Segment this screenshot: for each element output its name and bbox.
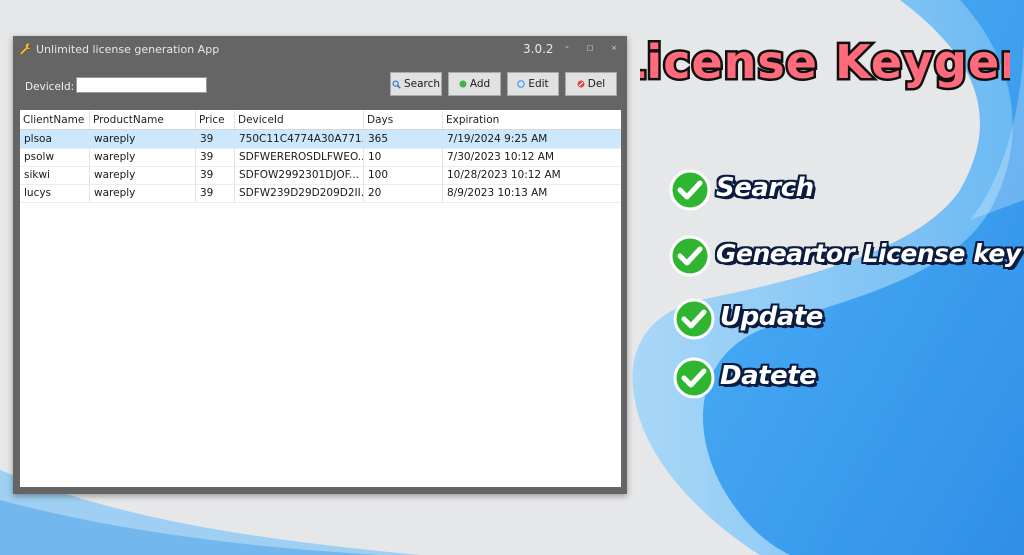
table-header: ClientName ProductName Price DeviceId Da… — [20, 111, 621, 130]
cell-price: 39 — [196, 166, 235, 184]
minimize-button[interactable]: - — [560, 40, 574, 56]
feature-label: Update — [720, 302, 823, 332]
add-icon — [459, 80, 467, 88]
cell-productname: wareply — [90, 184, 196, 202]
window-title: Unlimited license generation App — [36, 43, 220, 56]
cell-productname: wareply — [90, 148, 196, 166]
cell-clientname: lucys — [20, 184, 90, 202]
column-header-expiration[interactable]: Expiration — [443, 111, 621, 129]
cell-productname: wareply — [90, 130, 196, 148]
cell-deviceid: SDFWEREROSDLFWEO... — [235, 148, 364, 166]
maximize-button[interactable]: □ — [583, 40, 597, 56]
promo-title-text: License Keygen — [640, 35, 1010, 89]
cell-price: 39 — [196, 184, 235, 202]
cell-productname: wareply — [90, 166, 196, 184]
table-row[interactable]: sikwi wareply 39 SDFOW2992301DJOF... 100… — [20, 166, 621, 185]
checkmark-icon — [673, 298, 715, 340]
checkmark-icon — [673, 357, 715, 399]
cell-clientname: sikwi — [20, 166, 90, 184]
license-table[interactable]: ClientName ProductName Price DeviceId Da… — [20, 110, 621, 487]
table-row[interactable]: plsoa wareply 39 750C11C4774A30A771... 3… — [20, 130, 621, 149]
close-button[interactable]: × — [607, 40, 621, 56]
search-button[interactable]: Search — [390, 72, 442, 96]
edit-icon — [517, 80, 526, 88]
feature-item-generator: Geneartor License key — [668, 234, 1021, 278]
edit-button[interactable]: Edit — [507, 72, 559, 96]
feature-label: Datete — [720, 361, 817, 391]
title-bar[interactable]: Unlimited license generation App 3.0.2 -… — [13, 36, 627, 64]
toolbar: DeviceId: Search Add Edit Del — [13, 64, 627, 108]
cell-clientname: psolw — [20, 148, 90, 166]
delete-button[interactable]: Del — [565, 72, 617, 96]
delete-button-label: Del — [587, 78, 606, 90]
cell-expiration: 7/19/2024 9:25 AM — [447, 133, 548, 145]
feature-label: Geneartor License key — [716, 239, 1021, 268]
column-header-clientname[interactable]: ClientName — [20, 111, 90, 129]
promo-title: License Keygen — [640, 33, 1010, 92]
app-window: Unlimited license generation App 3.0.2 -… — [13, 36, 627, 494]
column-header-deviceid[interactable]: DeviceId — [235, 111, 364, 129]
feature-item-update: Update — [672, 297, 972, 341]
checkmark-icon — [669, 235, 711, 277]
cell-deviceid: SDFOW2992301DJOF... — [235, 166, 364, 184]
device-id-input[interactable] — [76, 77, 207, 93]
edit-button-label: Edit — [528, 78, 549, 90]
column-header-days[interactable]: Days — [364, 111, 443, 129]
delete-icon — [577, 80, 585, 88]
add-button[interactable]: Add — [448, 72, 501, 96]
cell-deviceid: 750C11C4774A30A771... — [235, 130, 364, 148]
table-row[interactable]: psolw wareply 39 SDFWEREROSDLFWEO... 10 … — [20, 148, 621, 167]
feature-item-search: Search — [668, 168, 968, 212]
cell-price: 39 — [196, 148, 235, 166]
column-header-price[interactable]: Price — [196, 111, 235, 129]
cell-days: 365 — [364, 130, 443, 148]
cell-days: 20 — [364, 184, 443, 202]
search-button-label: Search — [403, 78, 441, 90]
table-row[interactable]: lucys wareply 39 SDFW239D29D209D2II... 2… — [20, 184, 621, 203]
cell-expiration: 10/28/2023 10:12 AM — [447, 169, 561, 181]
feature-item-delete: Datete — [672, 356, 972, 400]
checkmark-icon — [669, 169, 711, 211]
version-label: 3.0.2 — [523, 42, 554, 56]
cell-expiration: 7/30/2023 10:12 AM — [447, 151, 555, 163]
device-id-label: DeviceId: — [25, 81, 75, 93]
cell-expiration: 8/9/2023 10:13 AM — [447, 187, 548, 199]
column-header-productname[interactable]: ProductName — [90, 111, 196, 129]
cell-clientname: plsoa — [20, 130, 90, 148]
feature-label: Search — [716, 173, 814, 203]
cell-price: 39 — [196, 130, 235, 148]
wrench-icon — [19, 42, 33, 55]
add-button-label: Add — [469, 78, 491, 90]
cell-deviceid: SDFW239D29D209D2II... — [235, 184, 364, 202]
search-icon — [392, 80, 401, 89]
cell-days: 100 — [364, 166, 443, 184]
cell-days: 10 — [364, 148, 443, 166]
